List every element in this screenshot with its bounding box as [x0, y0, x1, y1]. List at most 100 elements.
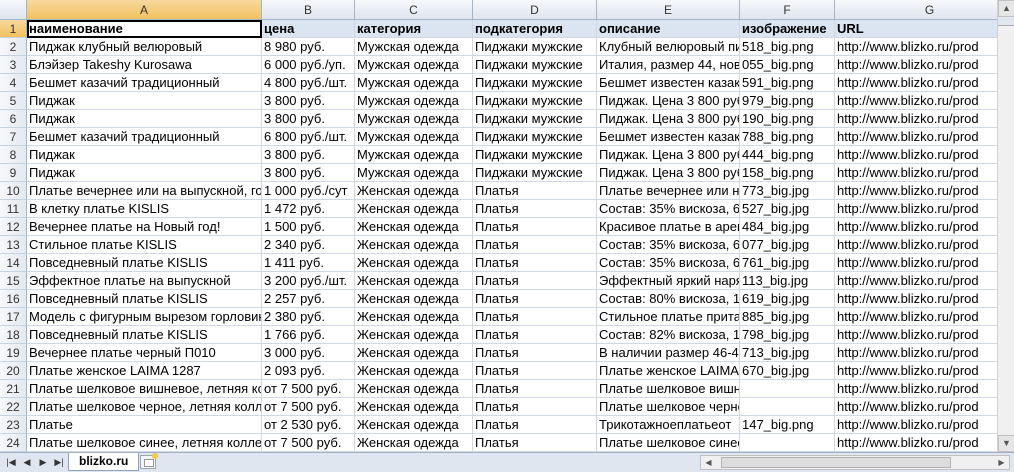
table-cell[interactable]: Женская одежда: [355, 326, 473, 344]
header-cell[interactable]: категория: [355, 20, 473, 38]
row-header[interactable]: 6: [0, 110, 27, 128]
table-cell[interactable]: Мужская одежда: [355, 128, 473, 146]
table-cell[interactable]: Бешмет известен казакам: [597, 74, 740, 92]
table-cell[interactable]: 077_big.jpg: [740, 236, 835, 254]
table-cell[interactable]: http://www.blizko.ru/prod: [835, 362, 1014, 380]
table-cell[interactable]: Пиджак: [27, 146, 262, 164]
table-cell[interactable]: http://www.blizko.ru/prod: [835, 380, 1014, 398]
table-cell[interactable]: Платья: [473, 200, 597, 218]
table-cell[interactable]: http://www.blizko.ru/prod: [835, 290, 1014, 308]
table-cell[interactable]: Пиджаки мужские: [473, 128, 597, 146]
table-cell[interactable]: Женская одежда: [355, 200, 473, 218]
table-cell[interactable]: http://www.blizko.ru/prod: [835, 128, 1014, 146]
table-cell[interactable]: http://www.blizko.ru/prod: [835, 110, 1014, 128]
table-cell[interactable]: Пиджак. Цена 3 800 руб.: [597, 146, 740, 164]
table-cell[interactable]: http://www.blizko.ru/prod: [835, 56, 1014, 74]
table-cell[interactable]: 788_big.png: [740, 128, 835, 146]
table-cell[interactable]: Пиджаки мужские: [473, 92, 597, 110]
table-cell[interactable]: 527_big.jpg: [740, 200, 835, 218]
table-cell[interactable]: 798_big.jpg: [740, 326, 835, 344]
table-cell[interactable]: от 7 500 руб.: [262, 398, 355, 416]
table-cell[interactable]: 3 800 руб.: [262, 110, 355, 128]
table-cell[interactable]: Платья: [473, 272, 597, 290]
select-all-corner[interactable]: [0, 0, 27, 20]
horizontal-scrollbar[interactable]: ◀ ▶: [700, 455, 1010, 470]
table-cell[interactable]: 773_big.jpg: [740, 182, 835, 200]
table-cell[interactable]: Платья: [473, 326, 597, 344]
row-header[interactable]: 22: [0, 398, 27, 416]
table-cell[interactable]: Повседневный платье KISLIS: [27, 326, 262, 344]
column-header-a[interactable]: A: [27, 0, 262, 20]
table-cell[interactable]: 2 380 руб.: [262, 308, 355, 326]
table-cell[interactable]: Мужская одежда: [355, 56, 473, 74]
table-cell[interactable]: Платье шелковое синее, летняя коллекц: [597, 434, 740, 452]
table-cell[interactable]: Платья: [473, 254, 597, 272]
table-cell[interactable]: Платья: [473, 236, 597, 254]
row-header[interactable]: 23: [0, 416, 27, 434]
table-cell[interactable]: 3 000 руб.: [262, 344, 355, 362]
row-header[interactable]: 15: [0, 272, 27, 290]
table-cell[interactable]: 113_big.jpg: [740, 272, 835, 290]
table-cell[interactable]: Женская одежда: [355, 344, 473, 362]
header-cell[interactable]: URL: [835, 20, 1014, 38]
table-cell[interactable]: 6 800 руб./шт.: [262, 128, 355, 146]
table-cell[interactable]: Женская одежда: [355, 434, 473, 452]
table-cell[interactable]: http://www.blizko.ru/prod: [835, 200, 1014, 218]
table-cell[interactable]: http://www.blizko.ru/prod: [835, 38, 1014, 56]
table-cell[interactable]: Платье женское LAIMA 1287: [27, 362, 262, 380]
table-cell[interactable]: Женская одежда: [355, 272, 473, 290]
table-cell[interactable]: Пиджаки мужские: [473, 146, 597, 164]
table-cell[interactable]: Женская одежда: [355, 218, 473, 236]
table-cell[interactable]: Пиджак. Цена 3 800 руб.: [597, 110, 740, 128]
table-cell[interactable]: Пиджак. Цена 3 800 руб.: [597, 92, 740, 110]
table-cell[interactable]: http://www.blizko.ru/prod: [835, 254, 1014, 272]
table-cell[interactable]: Платье вечернее или на выпускной, гол: [27, 182, 262, 200]
scroll-right-icon[interactable]: ▶: [994, 456, 1009, 469]
row-header[interactable]: 5: [0, 92, 27, 110]
table-cell[interactable]: Эффектный яркий наряд: [597, 272, 740, 290]
table-cell[interactable]: Состав: 82% вискоза, 13%: [597, 326, 740, 344]
vertical-scrollbar[interactable]: ▲ ▼: [997, 0, 1014, 452]
table-cell[interactable]: 2 093 руб.: [262, 362, 355, 380]
table-cell[interactable]: Трикотажноеплатьеот: [597, 416, 740, 434]
table-cell[interactable]: http://www.blizko.ru/prod: [835, 182, 1014, 200]
table-cell[interactable]: 713_big.jpg: [740, 344, 835, 362]
table-cell[interactable]: Модель с фигурным вырезом горловины: [27, 308, 262, 326]
table-cell[interactable]: http://www.blizko.ru/prod: [835, 92, 1014, 110]
column-header-c[interactable]: C: [355, 0, 473, 20]
table-cell[interactable]: 147_big.png: [740, 416, 835, 434]
table-cell[interactable]: 1 472 руб.: [262, 200, 355, 218]
table-cell[interactable]: Состав: 80% вискоза, 15%: [597, 290, 740, 308]
table-cell[interactable]: 3 800 руб.: [262, 164, 355, 182]
table-cell[interactable]: В наличии размер 46-48: [597, 344, 740, 362]
header-cell[interactable]: описание: [597, 20, 740, 38]
table-cell[interactable]: 3 800 руб.: [262, 92, 355, 110]
row-header[interactable]: 19: [0, 344, 27, 362]
table-cell[interactable]: Платья: [473, 308, 597, 326]
table-cell[interactable]: Пиджак: [27, 110, 262, 128]
scroll-left-icon[interactable]: ◀: [701, 456, 716, 469]
table-cell[interactable]: Повседневный платье KISLIS: [27, 290, 262, 308]
row-header[interactable]: 21: [0, 380, 27, 398]
row-header[interactable]: 8: [0, 146, 27, 164]
table-cell[interactable]: 979_big.png: [740, 92, 835, 110]
last-sheet-icon[interactable]: ▶|: [52, 455, 66, 469]
scroll-down-icon[interactable]: ▼: [998, 435, 1014, 452]
table-cell[interactable]: Бешмет казачий традиционный: [27, 128, 262, 146]
row-header[interactable]: 7: [0, 128, 27, 146]
table-cell[interactable]: http://www.blizko.ru/prod: [835, 416, 1014, 434]
scroll-up-icon[interactable]: ▲: [998, 0, 1014, 17]
table-cell[interactable]: 6 000 руб./уп.: [262, 56, 355, 74]
table-cell[interactable]: Состав: 35% вискоза, 60%: [597, 200, 740, 218]
row-header[interactable]: 18: [0, 326, 27, 344]
table-cell[interactable]: Платья: [473, 290, 597, 308]
table-cell[interactable]: Платья: [473, 218, 597, 236]
table-cell[interactable]: от 7 500 руб.: [262, 380, 355, 398]
table-cell[interactable]: Платья: [473, 380, 597, 398]
table-cell[interactable]: 2 340 руб.: [262, 236, 355, 254]
table-cell[interactable]: Пиджаки мужские: [473, 38, 597, 56]
table-cell[interactable]: Платье шелковое черное, летняя коллекц: [597, 398, 740, 416]
table-cell[interactable]: 2 257 руб.: [262, 290, 355, 308]
table-cell[interactable]: 619_big.jpg: [740, 290, 835, 308]
table-cell[interactable]: от 7 500 руб.: [262, 434, 355, 452]
